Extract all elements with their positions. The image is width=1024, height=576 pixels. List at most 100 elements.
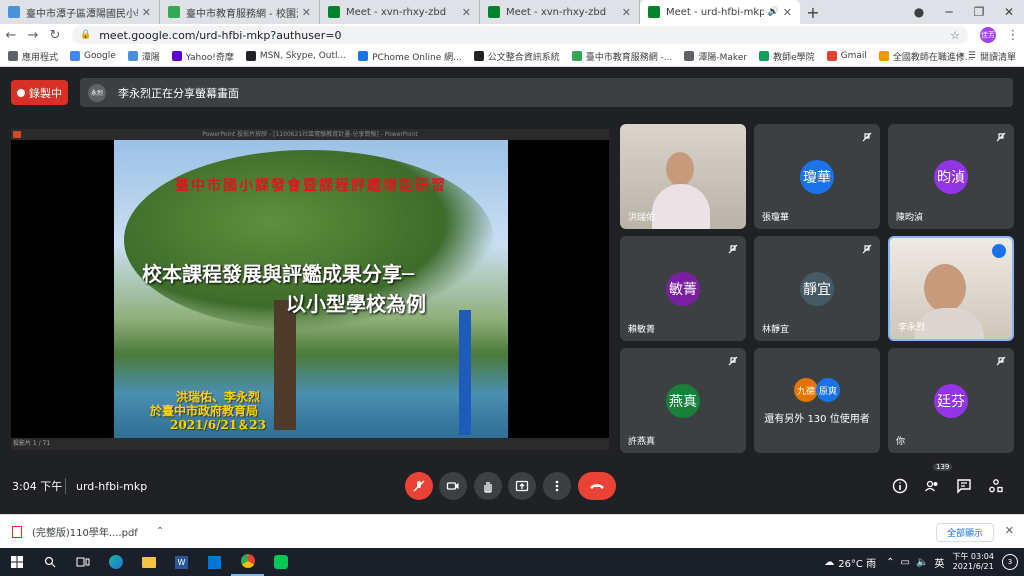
browser-tab-1[interactable]: 臺中市潭子區潭陽國民小學 ✕: [0, 0, 160, 24]
share-banner-text: 李永烈正在分享螢幕畫面: [118, 86, 239, 100]
edge-icon[interactable]: [99, 548, 132, 576]
bookmark-item[interactable]: 潭陽: [127, 50, 160, 63]
chat-button[interactable]: [954, 476, 974, 496]
task-view-icon[interactable]: [66, 548, 99, 576]
participant-tile-video[interactable]: 洪瑞佑: [620, 124, 746, 229]
bookmark-favicon-icon: [70, 51, 81, 61]
tab-close-icon[interactable]: ✕: [622, 6, 631, 19]
browser-tab-4[interactable]: Meet - xvn-rhxy-zbd ✕: [480, 0, 640, 24]
slide-subtitle: 臺中市國小課發會暨課程評鑑增能研習: [175, 178, 447, 194]
windows-start-icon[interactable]: [0, 548, 33, 576]
window-controls: ● ─ ❐ ✕: [904, 0, 1024, 24]
download-item[interactable]: (完整版)110學年....pdf ⌃: [12, 524, 164, 539]
close-window-icon[interactable]: ✕: [994, 5, 1024, 19]
reading-list-button[interactable]: ☰ 閱讀清單: [968, 50, 1016, 63]
bookmark-item[interactable]: Yahoo!奇摩: [171, 50, 234, 63]
bookmark-item[interactable]: 潭陽-Maker: [684, 50, 747, 63]
presentation-area[interactable]: PowerPoint 投影片放映 - [1100621社區實驗教育計畫-分享簡報…: [11, 129, 609, 450]
bookmark-item[interactable]: Gmail: [826, 51, 867, 61]
new-tab-icon[interactable]: +: [800, 0, 826, 24]
network-icon[interactable]: ▭: [900, 557, 909, 568]
bookmark-item[interactable]: 臺中市教育服務網 -...: [571, 50, 672, 63]
slide-counter: 投影片 1 / 71: [13, 440, 51, 447]
bookmark-item[interactable]: PChome Online 網...: [358, 50, 462, 63]
bookmark-label: 潭陽: [141, 52, 160, 63]
minimize-icon[interactable]: ─: [934, 5, 964, 19]
participant-tile-speaking[interactable]: 李永烈: [888, 236, 1014, 341]
camera-toggle-button[interactable]: [439, 472, 467, 500]
browser-tab-2[interactable]: 臺中市教育服務網 - 校園活動報導 ✕: [160, 0, 320, 24]
slide-author-names: 洪瑞佑、李永烈: [176, 390, 261, 404]
camera-icon: [446, 482, 459, 490]
bookmark-label: MSN, Skype, Outl...: [259, 51, 347, 61]
reload-icon[interactable]: ↻: [44, 28, 66, 43]
windows-taskbar: W ☁ 26°C 雨 ⌃ ▭ 🔈 英 下午 03:04 2021/6/21 3: [0, 548, 1024, 576]
search-icon[interactable]: [33, 548, 66, 576]
raise-hand-button[interactable]: [474, 472, 502, 500]
participant-tile[interactable]: 敏菁 賴敏菁: [620, 236, 746, 341]
mic-toggle-button[interactable]: [405, 472, 433, 500]
bookmark-label: 公文整合資訊系統: [487, 52, 560, 63]
tab-close-icon[interactable]: ✕: [142, 6, 151, 19]
chrome-icon[interactable]: [231, 548, 264, 576]
speaker-icon[interactable]: 🔊: [768, 7, 779, 17]
bookmark-item[interactable]: 教師e學院: [759, 50, 815, 63]
leave-call-button[interactable]: [578, 472, 616, 500]
clock[interactable]: 下午 03:04 2021/6/21: [952, 552, 994, 572]
participant-tile[interactable]: 瓊華 張瓊華: [754, 124, 880, 229]
browser-tab-5-active[interactable]: Meet - urd-hfbi-mkp 🔊 ✕: [640, 0, 800, 24]
bookmark-label: 應用程式: [22, 52, 59, 63]
present-now-button[interactable]: [508, 472, 536, 500]
bookmark-label: PChome Online 網...: [372, 52, 462, 63]
weather-icon[interactable]: ☁: [824, 557, 834, 568]
bookmark-item[interactable]: 應用程式: [8, 50, 58, 63]
tab-close-icon[interactable]: ✕: [302, 6, 311, 19]
participant-tile[interactable]: 燕真 許燕真: [620, 348, 746, 453]
tray-up-icon[interactable]: ⌃: [886, 557, 894, 568]
browser-tab-3[interactable]: Meet - xvn-rhxy-zbd ✕: [320, 0, 480, 24]
bookmark-item[interactable]: MSN, Skype, Outl...: [245, 51, 347, 61]
bookmark-item[interactable]: Google: [70, 51, 116, 61]
maximize-icon[interactable]: ❐: [964, 5, 994, 19]
bookmarks-more-icon[interactable]: »: [958, 51, 964, 61]
bookmark-favicon-icon: [759, 51, 770, 61]
more-options-button[interactable]: [543, 472, 571, 500]
word-icon[interactable]: W: [165, 548, 198, 576]
photos-icon[interactable]: [198, 548, 231, 576]
chrome-menu-icon[interactable]: ⋮: [1002, 28, 1024, 43]
participant-body: [652, 184, 710, 229]
volume-icon[interactable]: 🔈: [916, 557, 928, 568]
meeting-details-button[interactable]: [890, 476, 910, 496]
more-participants-tile[interactable]: 九德 原爽 還有另外 130 位使用者: [754, 348, 880, 453]
recording-indicator[interactable]: 錄製中: [11, 80, 68, 105]
lock-icon[interactable]: 🔒: [80, 30, 91, 40]
ime-indicator[interactable]: 英: [934, 555, 944, 570]
people-button[interactable]: [922, 476, 942, 496]
show-all-downloads-button[interactable]: 全部顯示: [935, 523, 994, 542]
meet-favicon-icon: [328, 6, 340, 18]
self-tile[interactable]: 廷芬 你: [888, 348, 1014, 453]
bookmark-item[interactable]: 公文整合資訊系統: [473, 50, 560, 63]
participant-tile[interactable]: 昀湞 陳昀湞: [888, 124, 1014, 229]
tab-close-icon[interactable]: ✕: [462, 6, 471, 19]
bookmark-favicon-icon: [826, 51, 837, 61]
file-explorer-icon[interactable]: [132, 548, 165, 576]
notification-icon[interactable]: 3: [1002, 554, 1018, 570]
profile-avatar[interactable]: 佳芳: [980, 27, 996, 43]
tab-search-icon[interactable]: ●: [904, 5, 934, 19]
close-downloads-icon[interactable]: ✕: [1005, 524, 1014, 537]
forward-icon[interactable]: →: [22, 28, 44, 43]
chevron-up-icon[interactable]: ⌃: [156, 526, 164, 537]
bookmark-star-icon[interactable]: ☆: [950, 29, 960, 42]
back-icon[interactable]: ←: [0, 28, 22, 43]
reading-list-icon: ☰: [967, 51, 976, 61]
weather-text[interactable]: 26°C 雨: [838, 555, 876, 570]
mic-off-icon: [996, 132, 1006, 142]
participant-tile[interactable]: 靜宜 林靜宜: [754, 236, 880, 341]
tab-title: Meet - xvn-rhxy-zbd: [346, 6, 447, 18]
activities-button[interactable]: [986, 476, 1006, 496]
tab-close-icon[interactable]: ✕: [783, 6, 792, 19]
clock-time: 下午 03:04: [952, 552, 994, 561]
url-bar[interactable]: 🔒 meet.google.com/urd-hfbi-mkp?authuser=…: [72, 26, 968, 44]
line-icon[interactable]: [264, 548, 297, 576]
